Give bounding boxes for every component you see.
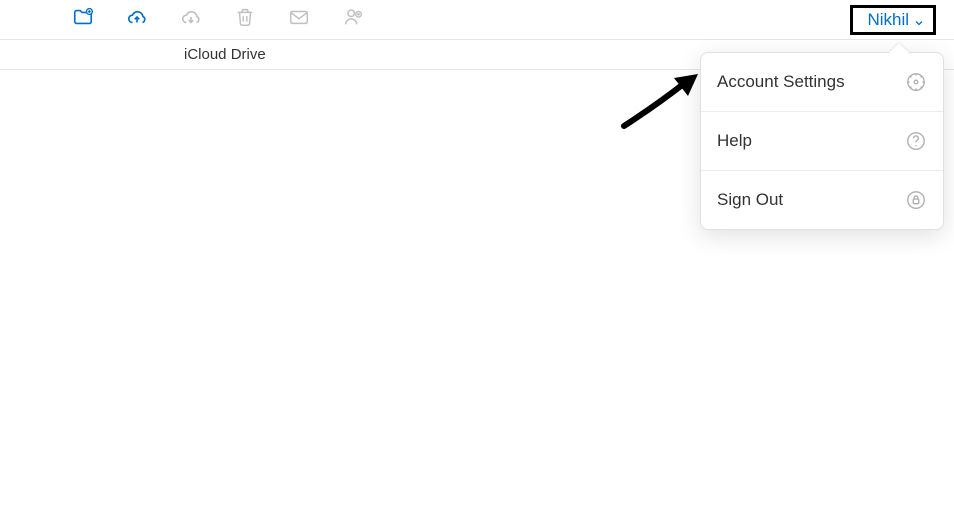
menu-item-account-settings[interactable]: Account Settings <box>701 53 943 112</box>
cloud-upload-icon <box>126 6 148 33</box>
download-button[interactable] <box>164 0 218 40</box>
upload-button[interactable] <box>110 0 164 40</box>
arrow-annotation-icon <box>618 64 708 139</box>
toolbar: Nikhil <box>0 0 954 40</box>
menu-item-label: Account Settings <box>717 72 845 92</box>
menu-item-help[interactable]: Help <box>701 112 943 171</box>
mail-icon <box>288 6 310 33</box>
menu-item-label: Help <box>717 131 752 151</box>
breadcrumb-current[interactable]: iCloud Drive <box>184 46 266 63</box>
user-dropdown-menu: Account Settings Help Sign Out <box>700 52 944 230</box>
new-folder-button[interactable] <box>56 0 110 40</box>
chevron-down-icon <box>913 14 925 26</box>
menu-item-label: Sign Out <box>717 190 783 210</box>
person-add-icon <box>342 6 364 33</box>
trash-icon <box>234 6 256 33</box>
cloud-download-icon <box>180 6 202 33</box>
gear-icon <box>905 71 927 93</box>
toolbar-right-group: Nikhil <box>850 5 936 35</box>
question-icon <box>905 130 927 152</box>
menu-item-sign-out[interactable]: Sign Out <box>701 171 943 229</box>
folder-plus-icon <box>72 6 94 33</box>
lock-icon <box>905 189 927 211</box>
email-button[interactable] <box>272 0 326 40</box>
user-name-label: Nikhil <box>867 10 909 30</box>
share-button[interactable] <box>326 0 380 40</box>
toolbar-left-group <box>56 0 380 40</box>
user-menu-button[interactable]: Nikhil <box>850 5 936 35</box>
delete-button[interactable] <box>218 0 272 40</box>
